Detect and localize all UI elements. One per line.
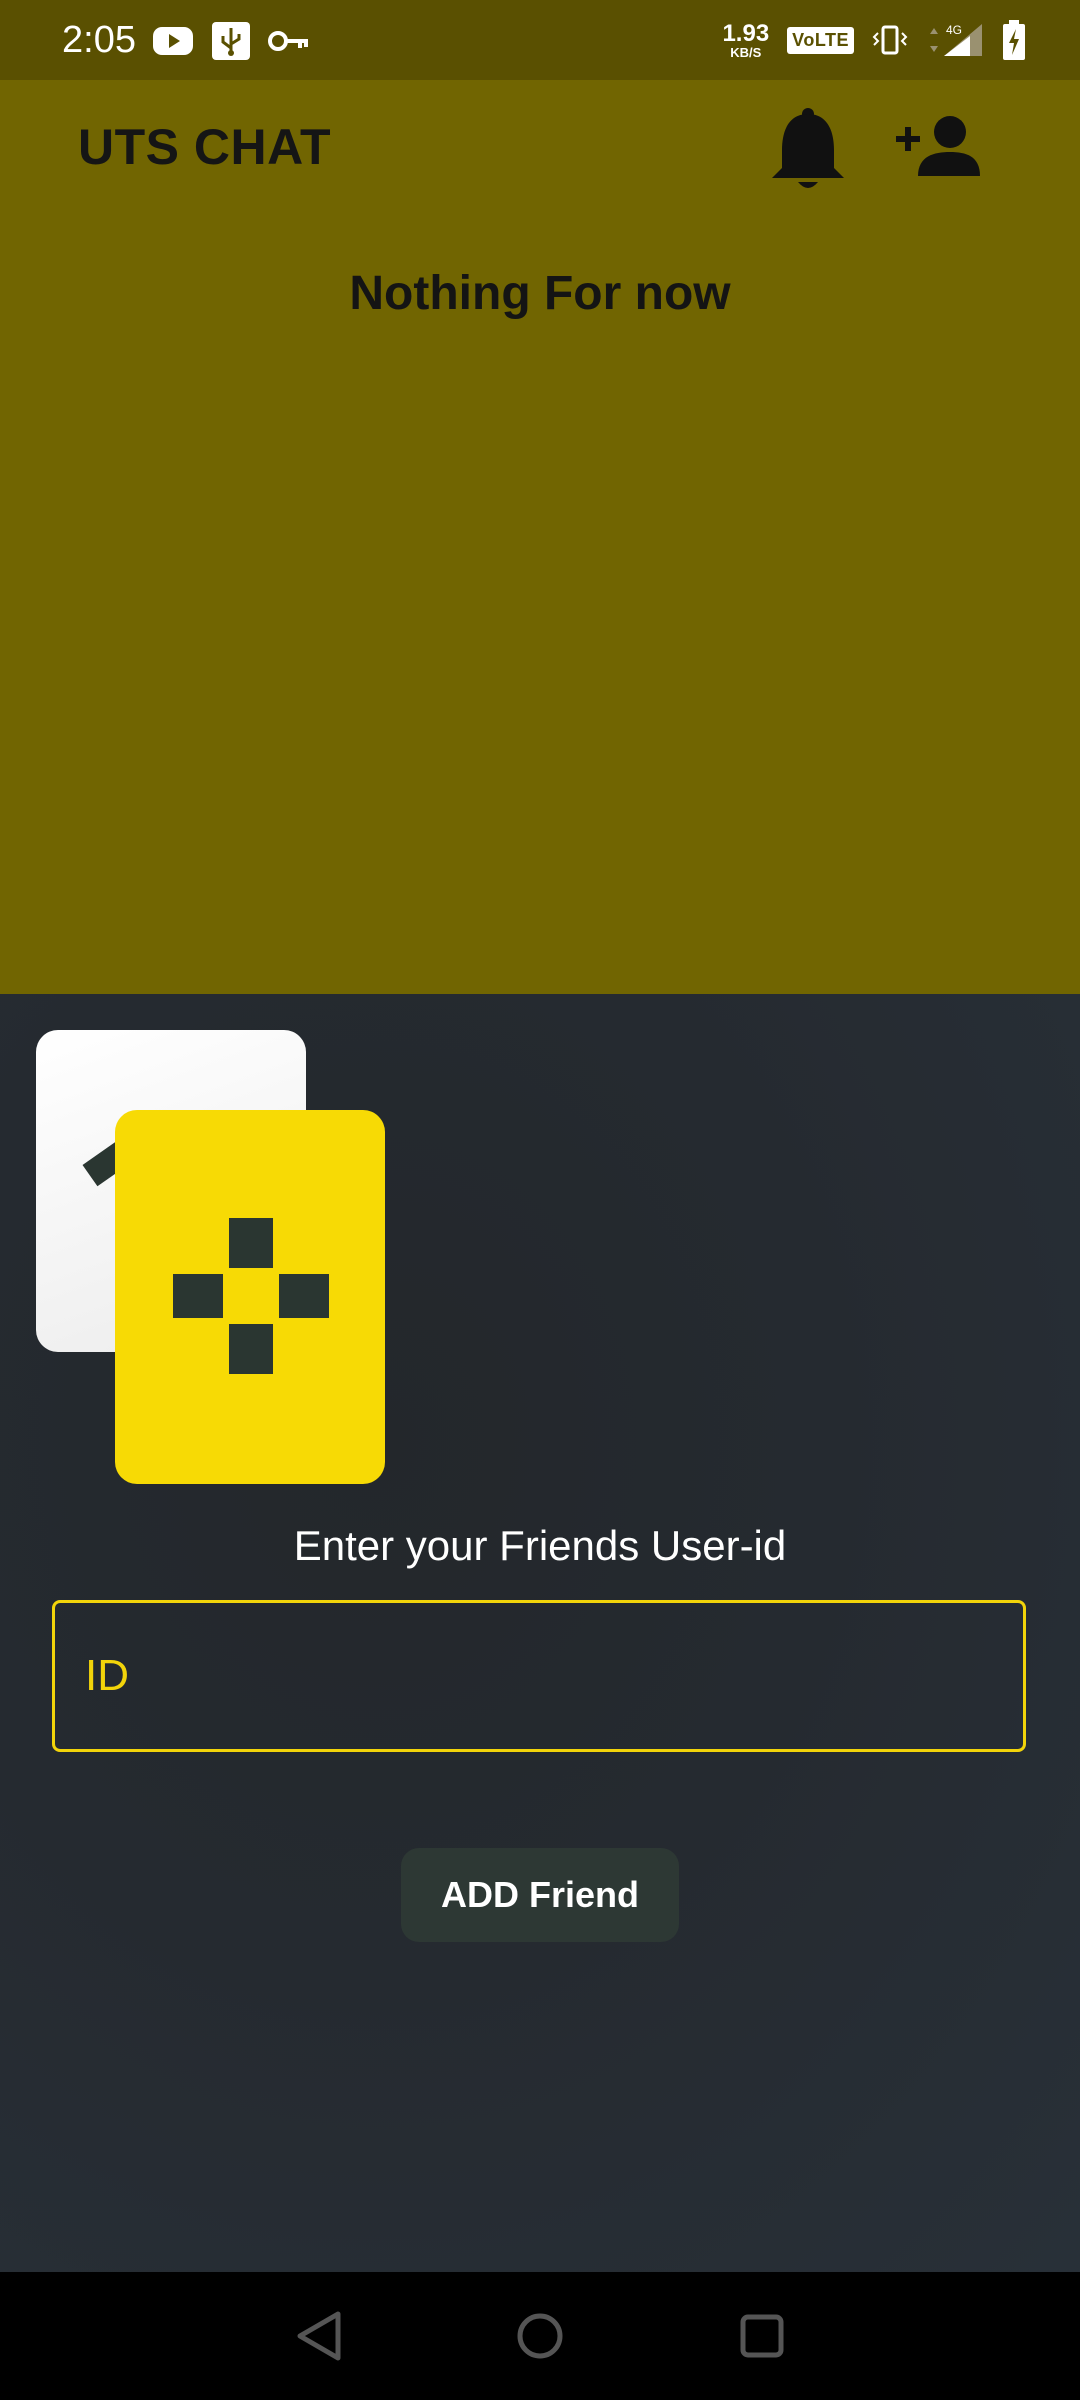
volte-badge: VoLTE xyxy=(787,26,854,54)
status-left-icons xyxy=(152,22,310,60)
bell-icon[interactable] xyxy=(768,106,848,192)
net-speed-unit: KB/S xyxy=(730,44,762,60)
youtube-icon xyxy=(153,27,193,55)
status-time: 2:05 xyxy=(62,19,136,61)
key-icon xyxy=(268,31,308,51)
recents-icon[interactable] xyxy=(732,2306,792,2366)
empty-state-message: Nothing For now xyxy=(349,267,731,320)
dpad-icon xyxy=(173,1218,329,1374)
net-speed-value: 1.93 xyxy=(722,19,770,47)
vibrate-icon xyxy=(872,25,908,55)
net-speed: 1.93 KB/S xyxy=(722,19,770,60)
usb-icon xyxy=(212,22,250,60)
prompt-label: Enter your Friends User-id xyxy=(293,1522,787,1569)
network-type: 4G xyxy=(946,23,962,37)
battery-charging-icon xyxy=(1003,20,1025,60)
friend-id-input[interactable] xyxy=(52,1600,1026,1752)
illustration-card-front xyxy=(115,1110,385,1484)
app-title: UTS CHAT xyxy=(78,119,332,175)
signal-icon: 4G xyxy=(930,23,982,56)
status-bar: 2:05 1.93 KB/S VoLTE 4G xyxy=(0,0,1080,80)
back-icon[interactable] xyxy=(290,2306,350,2366)
add-friend-button[interactable]: ADD Friend xyxy=(401,1848,679,1942)
person-add-icon[interactable] xyxy=(896,114,980,178)
navigation-bar xyxy=(0,2272,1080,2400)
status-right: 1.93 KB/S VoLTE 4G xyxy=(722,20,1026,60)
main-area: UTS CHAT Nothing For now xyxy=(0,80,1080,994)
add-friend-sheet: Enter your Friends User-id ADD Friend xyxy=(0,994,1080,2272)
home-icon[interactable] xyxy=(510,2306,570,2366)
